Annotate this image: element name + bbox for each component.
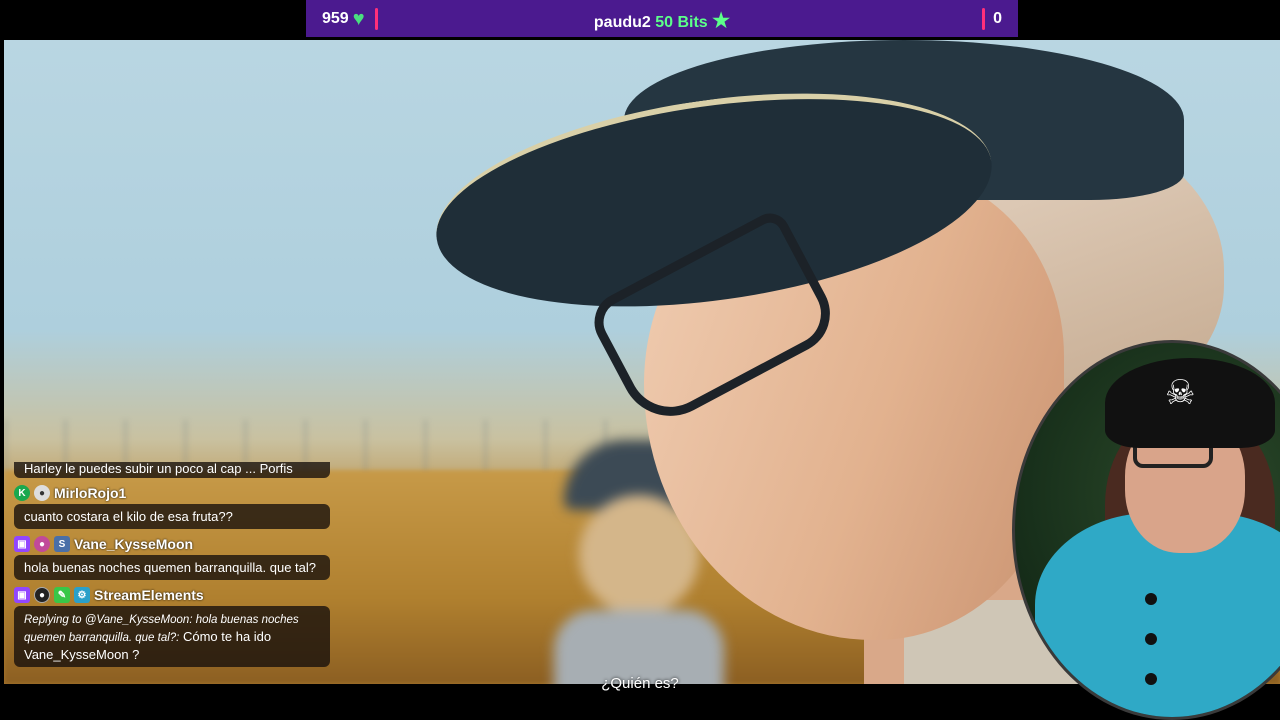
twitch-icon: ▣	[14, 587, 30, 603]
alert-bar: 959 ♥ paudu2 50 Bits ★ 0	[306, 0, 1018, 37]
chat-message: Harley le puedes subir un poco al cap ..…	[14, 462, 330, 478]
event-amount: 50 Bits	[655, 14, 708, 31]
counter-value: 0	[993, 10, 1002, 27]
chat-message-text: cuanto costara el kilo de esa fruta??	[24, 509, 233, 524]
chat-overlay: Harley le puedes subir un poco al cap ..…	[14, 462, 330, 712]
chat-username: MirloRojo1	[54, 485, 127, 501]
chat-username: StreamElements	[94, 587, 204, 603]
moderator-badge-icon: K	[14, 485, 30, 501]
chat-user-row: K ● MirloRojo1	[14, 482, 330, 504]
chat-message: Replying to @Vane_KysseMoon: hola buenas…	[14, 606, 330, 667]
moderator-badge-icon: ✎	[54, 587, 70, 603]
bot-badge-icon: ⚙	[74, 587, 90, 603]
chat-user-row: ▣ ● ✎ ⚙ StreamElements	[14, 584, 330, 606]
user-avatar-icon: ●	[34, 587, 50, 603]
user-avatar-icon: ●	[34, 485, 50, 501]
stream-overlay: ¿Quién es? 959 ♥ paudu2 50 Bits ★ 0 Harl…	[0, 0, 1280, 720]
skull-icon: ☠	[1165, 374, 1196, 412]
subscriber-badge-icon: S	[54, 536, 70, 552]
chat-message: cuanto costara el kilo de esa fruta??	[14, 504, 330, 529]
star-icon: ★	[712, 10, 731, 32]
event-user: paudu2	[593, 14, 651, 31]
chat-message-text: Harley le puedes subir un poco al cap ..…	[24, 462, 293, 476]
latest-event: paudu2 50 Bits ★	[306, 8, 1018, 33]
right-counter: 0	[982, 8, 1002, 30]
chat-user-row: ▣ ● S Vane_KysseMoon	[14, 533, 330, 555]
chat-username: Vane_KysseMoon	[74, 536, 194, 552]
twitch-icon: ▣	[14, 536, 30, 552]
chat-message: hola buenas noches quemen barranquilla. …	[14, 555, 330, 580]
divider	[982, 8, 986, 30]
user-avatar-icon: ●	[34, 536, 50, 552]
chat-message-text: hola buenas noches quemen barranquilla. …	[24, 560, 316, 575]
